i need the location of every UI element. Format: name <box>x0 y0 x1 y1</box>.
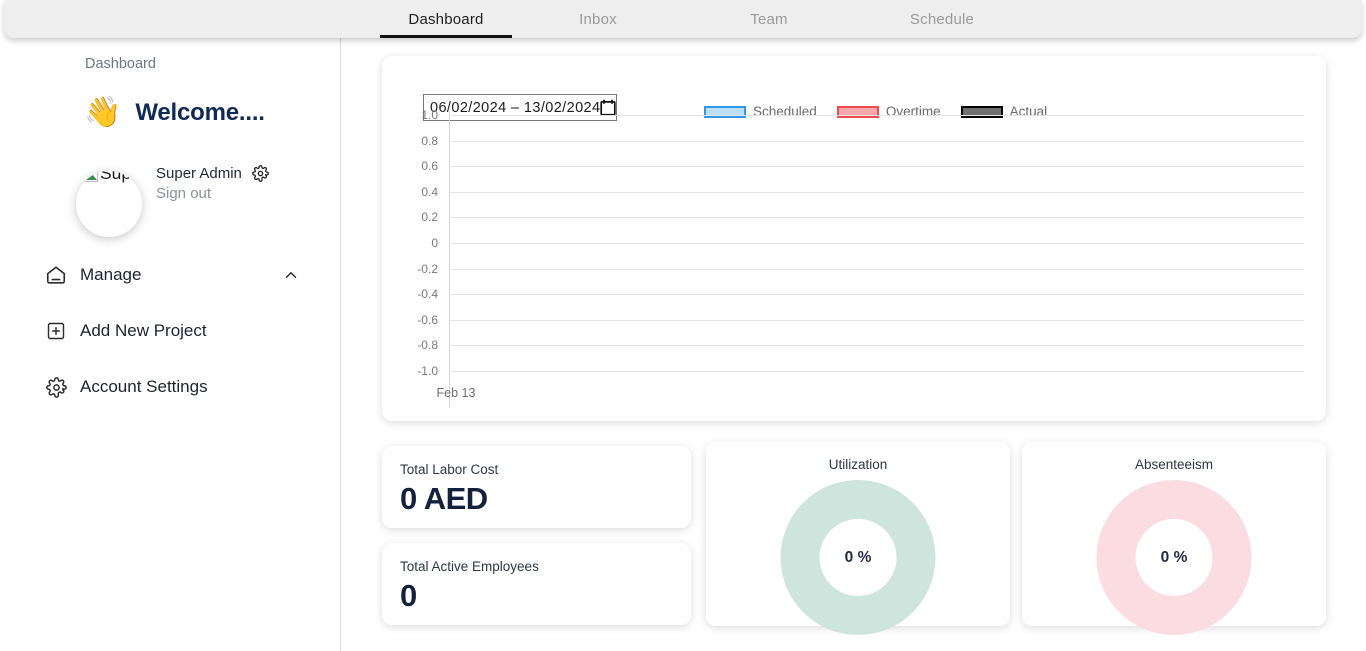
tab-list: Dashboard Inbox Team Schedule <box>380 0 1030 38</box>
donut-title-absenteeism: Absenteeism <box>1134 457 1214 472</box>
main-content: 06/02/2024 – 13/02/2024 Scheduled Overti… <box>342 38 1366 651</box>
stat-title-total-labor-cost: Total Labor Cost <box>400 462 499 477</box>
avatar[interactable]: Super Admin <box>76 171 142 237</box>
chart-grid <box>449 111 1304 407</box>
y-axis-tick-3: 0.4 <box>421 184 438 199</box>
sidebar-item-add-new-project-label: Add New Project <box>80 321 207 340</box>
gear-icon[interactable] <box>252 165 269 182</box>
y-axis-tick-6: -0.2 <box>417 261 438 276</box>
gridline-7 <box>449 294 1304 296</box>
stat-card-total-labor-cost: Total Labor Cost 0 AED <box>382 446 691 528</box>
tab-inbox[interactable]: Inbox <box>512 0 684 38</box>
y-axis-tick-1: 0.8 <box>421 133 438 148</box>
gridline-10 <box>449 371 1304 372</box>
gridline-8 <box>449 319 1304 321</box>
y-axis-tick-10: -1.0 <box>417 364 438 378</box>
y-axis-tick-2: 0.6 <box>421 159 438 174</box>
breadcrumb: Dashboard <box>85 56 156 72</box>
sidebar-item-manage-label: Manage <box>80 265 142 284</box>
tab-schedule[interactable]: Schedule <box>854 0 1030 38</box>
profile-block: Super Admin Super Admin Sign out <box>76 161 269 237</box>
y-axis-tick-7: -0.4 <box>417 287 438 302</box>
stat-card-total-active-employees: Total Active Employees 0 <box>382 543 691 625</box>
tab-dashboard[interactable]: Dashboard <box>380 0 512 38</box>
stat-title-total-active-employees: Total Active Employees <box>400 559 539 574</box>
top-navigation-bar: Dashboard Inbox Team Schedule <box>4 0 1362 38</box>
stat-value-total-active-employees: 0 <box>400 578 417 613</box>
avatar-broken-image-alt: Super Admin <box>82 171 142 185</box>
gear-icon <box>44 375 68 399</box>
broken-image-icon <box>82 171 98 182</box>
donut-card-absenteeism: Absenteeism 0 % <box>1022 442 1326 635</box>
tab-schedule-label: Schedule <box>909 10 975 28</box>
profile-meta: Super Admin Sign out <box>156 161 269 202</box>
sidebar-item-account-settings-label: Account Settings <box>80 377 208 396</box>
gridline-6 <box>449 268 1304 270</box>
y-axis-tick-5: 0 <box>431 236 438 250</box>
donut-chart-absenteeism: 0 % <box>1096 480 1252 635</box>
labor-chart-card: 06/02/2024 – 13/02/2024 Scheduled Overti… <box>382 56 1326 421</box>
y-axis-tick-0: 1.0 <box>421 108 438 122</box>
sidebar-item-account-settings[interactable]: Account Settings <box>44 373 300 401</box>
donut-card-utilization: Utilization 0 % <box>706 442 1010 635</box>
y-axis-tick-9: -0.8 <box>417 338 438 353</box>
sidebar-item-add-new-project[interactable]: Add New Project <box>44 317 300 345</box>
tab-dashboard-label: Dashboard <box>408 10 484 28</box>
tab-team[interactable]: Team <box>684 0 854 38</box>
donut-hole-absenteeism: 0 % <box>1135 519 1213 596</box>
sidebar: Dashboard 👋 Welcome.... Super Admin Supe… <box>0 38 341 651</box>
gridline-4 <box>449 217 1304 219</box>
gridline-2 <box>449 166 1304 168</box>
gridline-9 <box>449 345 1304 347</box>
profile-name-line: Super Admin <box>156 165 269 182</box>
donut-title-utilization: Utilization <box>828 457 888 472</box>
sidebar-menu: Manage Add New Project Account Settings <box>44 261 300 429</box>
y-axis-tick-8: -0.6 <box>417 312 438 327</box>
y-axis-tick-4: 0.2 <box>421 210 438 225</box>
gridline-3 <box>449 191 1304 193</box>
welcome-title: Welcome.... <box>135 99 265 126</box>
sidebar-item-manage[interactable]: Manage <box>44 261 300 289</box>
gridline-1 <box>449 140 1304 142</box>
x-axis-tick-label: Feb 13 <box>436 386 476 400</box>
donut-value-absenteeism: 0 % <box>1160 548 1188 566</box>
donut-chart-utilization: 0 % <box>780 480 936 635</box>
gridline-0 <box>449 115 1304 116</box>
welcome-banner: 👋 Welcome.... <box>84 98 265 128</box>
plus-box-icon <box>44 319 68 343</box>
sign-out-link[interactable]: Sign out <box>156 185 269 202</box>
gridline-5 <box>449 243 1304 244</box>
y-axis-line <box>449 111 450 407</box>
waving-hand-icon: 👋 <box>84 96 122 129</box>
profile-name: Super Admin <box>156 165 242 182</box>
donut-value-utilization: 0 % <box>844 548 872 566</box>
chart-plot-area: 1.0 0.8 0.6 0.4 0.2 0 -0.2 -0.4 -0.6 -0.8 -1.0 Feb… <box>396 108 1312 407</box>
stat-value-total-labor-cost: 0 AED <box>400 481 488 516</box>
home-icon <box>44 263 68 287</box>
avatar-alt-text: Super Admin <box>100 171 142 183</box>
tab-team-label: Team <box>750 10 788 28</box>
chevron-up-icon[interactable] <box>282 266 300 284</box>
donut-hole-utilization: 0 % <box>819 519 897 596</box>
tab-inbox-label: Inbox <box>579 10 617 28</box>
